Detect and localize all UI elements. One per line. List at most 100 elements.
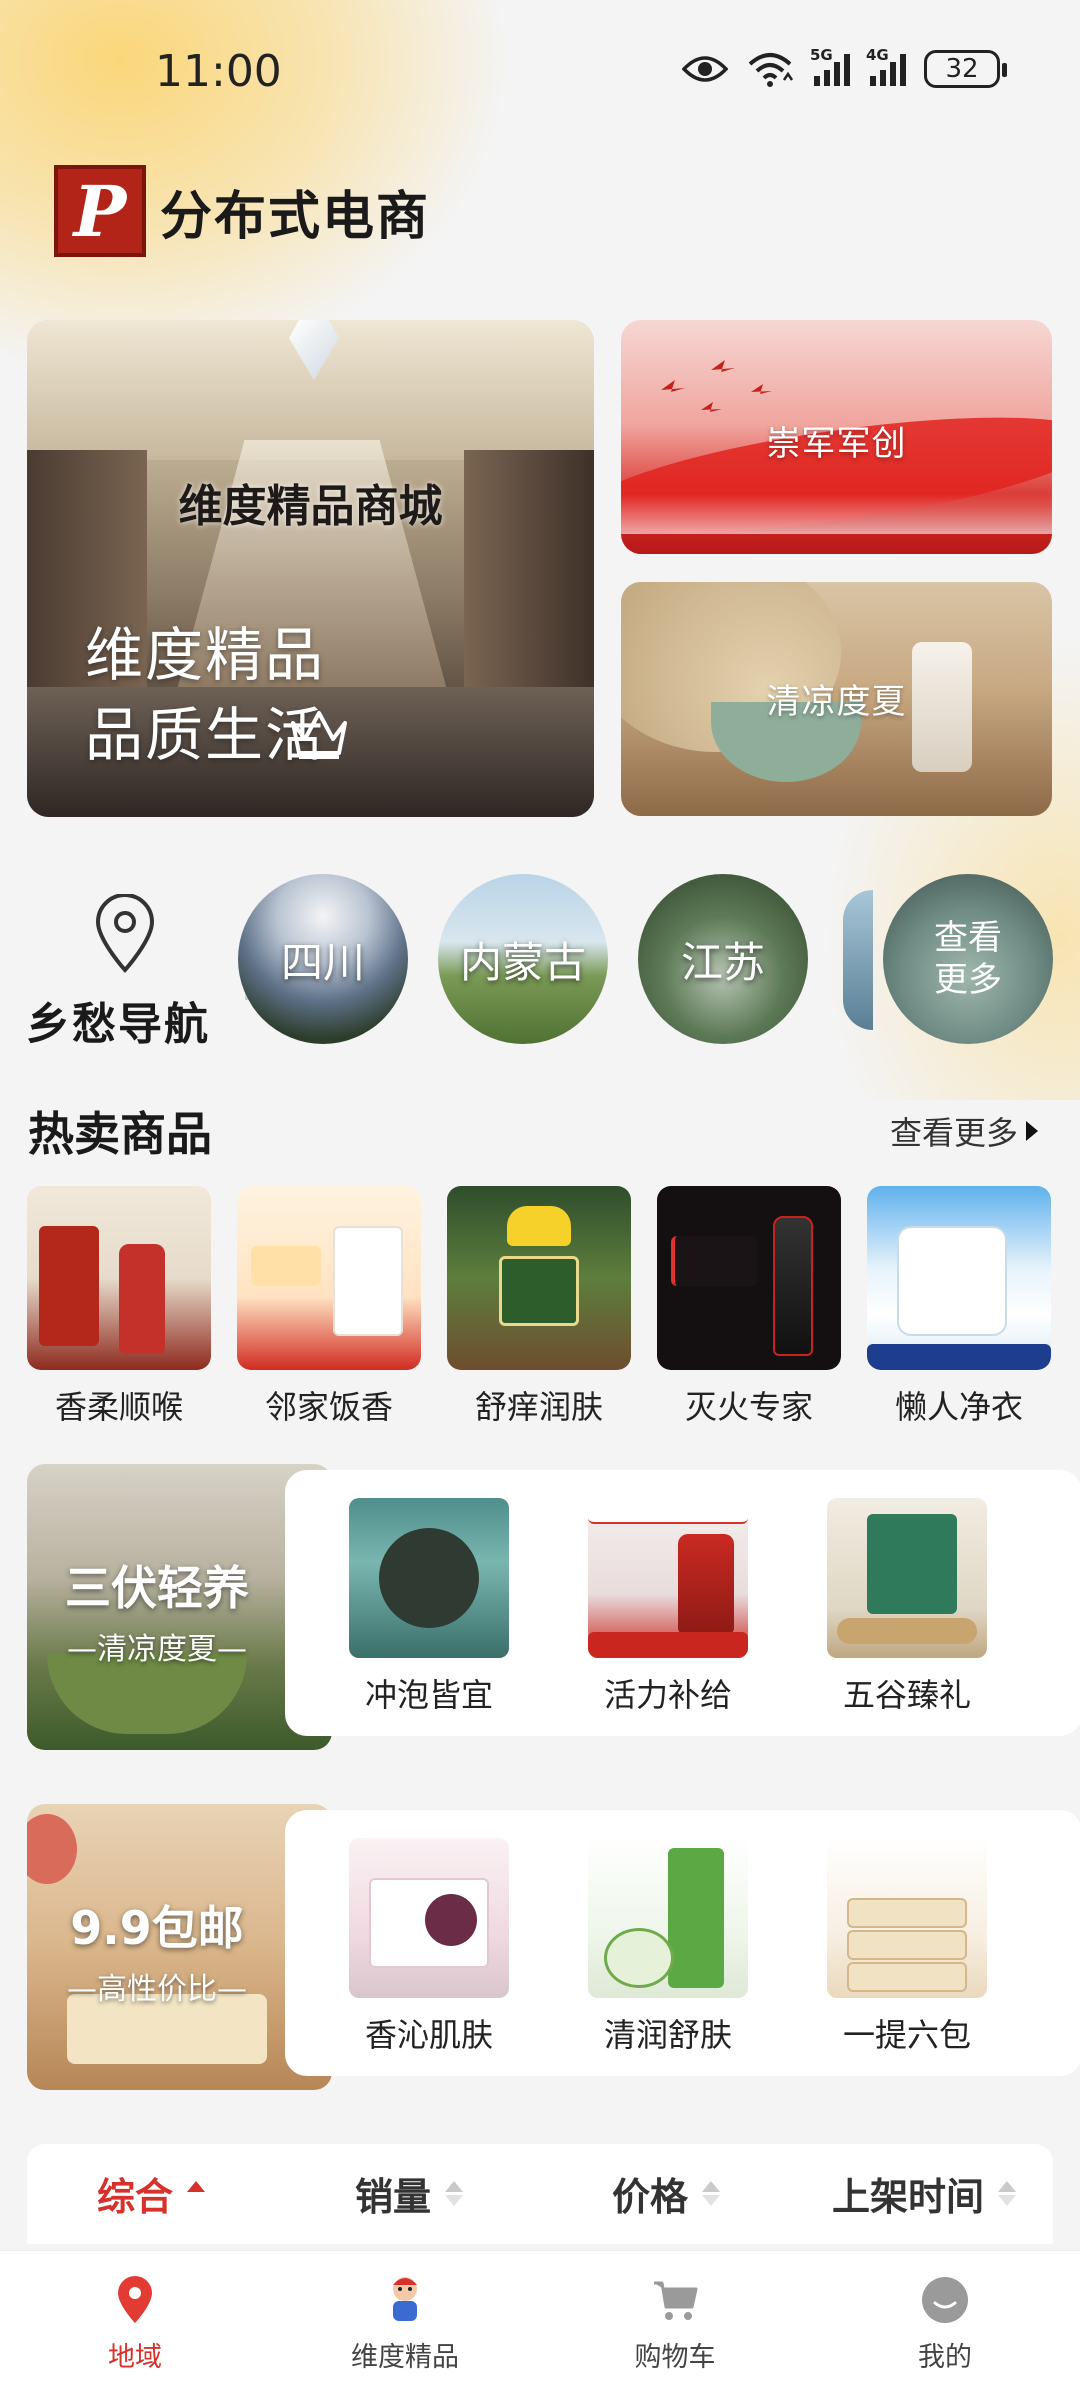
sort-caret-icon: [998, 2181, 1017, 2206]
sort-tab-comprehensive[interactable]: 综合: [97, 2166, 206, 2221]
hot-products-list: 香柔顺喉 邻家饭香 舒痒润肤 灭火专家 懒人净衣: [0, 1186, 1080, 1426]
promo-subtitle: —高性价比—: [67, 1972, 247, 2007]
product-image: [588, 1838, 748, 1998]
product-name: 冲泡皆宜: [364, 1676, 493, 1714]
sort-bar: 综合 销量 价格 上架时间: [27, 2144, 1053, 2244]
promo-title: 三伏轻养: [65, 1561, 249, 1615]
product-image: [827, 1498, 987, 1658]
tab-premium[interactable]: 维度精品: [305, 2251, 505, 2400]
tab-profile[interactable]: 我的: [845, 2251, 1045, 2400]
sort-label: 销量: [355, 2175, 432, 2219]
wifi-icon: [748, 53, 794, 87]
product-name: 一提六包: [842, 2016, 971, 2054]
region-item-neimenggu[interactable]: 内蒙古: [438, 874, 608, 1044]
product-image: [27, 1186, 211, 1370]
product-image: [827, 1838, 987, 1998]
banner-main[interactable]: 维度精品商城 维度精品 品质生活: [27, 320, 594, 817]
eye-icon: [682, 56, 728, 82]
product-name: 邻家饭香: [264, 1388, 393, 1426]
hot-product-item[interactable]: 懒人净衣: [867, 1186, 1051, 1428]
status-icons: 5G 4G 32: [682, 46, 1007, 88]
product-name: 活力补给: [603, 1676, 732, 1714]
tab-label: 我的: [918, 2342, 972, 2373]
banner-summer[interactable]: 清凉度夏: [621, 582, 1052, 816]
promo-product[interactable]: 活力补给: [588, 1498, 748, 1716]
product-image: [349, 1838, 509, 1998]
mascot-icon: [393, 2277, 417, 2321]
sort-tab-newest[interactable]: 上架时间: [832, 2166, 1017, 2221]
region-more-line2: 更多: [934, 960, 1002, 1000]
region-item-partial[interactable]: [843, 890, 873, 1030]
promo-product-card: 香沁肌肤 清润舒肤 一提六包: [285, 1810, 1080, 2076]
promo-subtitle: —清凉度夏—: [67, 1632, 247, 1667]
logo-mark-icon: P: [54, 165, 146, 257]
product-image: [867, 1186, 1051, 1370]
battery-indicator: 32: [924, 50, 1007, 88]
product-name: 香柔顺喉: [54, 1388, 183, 1426]
promo-section-free-shipping: 9.9包邮 —高性价比— 香沁肌肤 清润舒肤 一提六包: [27, 1800, 1080, 2090]
region-more-button[interactable]: 查看 更多: [883, 874, 1053, 1044]
signal-5g-icon: 5G: [810, 46, 850, 86]
sort-label: 上架时间: [832, 2175, 985, 2219]
region-item-jiangsu[interactable]: 江苏: [638, 874, 808, 1044]
region-label: 江苏: [680, 937, 765, 987]
product-image: [349, 1498, 509, 1658]
sort-tab-sales[interactable]: 销量: [355, 2166, 464, 2221]
sort-caret-icon: [702, 2181, 721, 2206]
location-pin-icon: [95, 894, 155, 973]
promo-product[interactable]: 冲泡皆宜: [349, 1498, 509, 1716]
region-nav: 乡愁导航 四川 内蒙古 江苏 查看 更多: [0, 870, 1080, 1060]
promo-product[interactable]: 五谷臻礼: [827, 1498, 987, 1716]
region-nav-title: 乡愁导航: [26, 999, 210, 1050]
region-label: 四川: [280, 937, 365, 987]
product-name: 五谷臻礼: [842, 1676, 971, 1714]
promo-product-card: 冲泡皆宜 活力补给 五谷臻礼: [285, 1470, 1080, 1736]
sort-tab-price[interactable]: 价格: [612, 2166, 721, 2221]
bottom-tab-bar: 地域 维度精品 购物车 我的: [0, 2250, 1080, 2400]
hot-products-more-link[interactable]: 查看更多: [890, 1108, 1038, 1154]
hot-products-header: 热卖商品 查看更多: [0, 1090, 1080, 1170]
signal-5g-tag: 5G: [810, 46, 833, 64]
location-pin-icon: [118, 2276, 152, 2323]
product-name: 灭火专家: [684, 1388, 813, 1426]
region-more-label: 查看 更多: [934, 917, 1002, 1001]
banner-summer-label: 清凉度夏: [766, 682, 907, 722]
sort-caret-icon: [445, 2181, 464, 2206]
banner-city-silhouette: [621, 494, 1052, 534]
tab-label: 地域: [108, 2342, 162, 2373]
product-name: 清润舒肤: [603, 2016, 732, 2054]
promo-product[interactable]: 香沁肌肤: [349, 1838, 509, 2056]
promo-title: 9.9包邮: [70, 1901, 244, 1955]
product-image: [657, 1186, 841, 1370]
product-image: [588, 1498, 748, 1658]
tab-label: 维度精品: [351, 2342, 459, 2373]
promo-section-summer: 三伏轻养 —清凉度夏— 冲泡皆宜 活力补给 五谷臻礼: [27, 1460, 1080, 1750]
product-name: 香沁肌肤: [364, 2016, 493, 2054]
crown-icon: [291, 711, 347, 759]
banner-sign-text: 维度精品商城: [178, 481, 443, 532]
hot-products-title: 热卖商品: [28, 1107, 212, 1161]
banner-military[interactable]: 崇军军创: [621, 320, 1052, 554]
promo-product[interactable]: 一提六包: [827, 1838, 987, 2056]
region-item-sichuan[interactable]: 四川: [238, 874, 408, 1044]
tab-region[interactable]: 地域: [35, 2251, 235, 2400]
region-more-line1: 查看: [934, 918, 1002, 958]
product-name: 懒人净衣: [894, 1388, 1023, 1426]
product-image: [447, 1186, 631, 1370]
sort-caret-icon: [187, 2181, 206, 2206]
status-bar: 11:00 5G 4G 32: [0, 0, 1080, 150]
product-image: [237, 1186, 421, 1370]
hot-product-item[interactable]: 灭火专家: [657, 1186, 841, 1428]
banner-military-label: 崇军军创: [766, 424, 907, 464]
hot-product-item[interactable]: 香柔顺喉: [27, 1186, 211, 1428]
sort-label: 综合: [97, 2175, 174, 2219]
hot-product-item[interactable]: 邻家饭香: [237, 1186, 421, 1428]
arrow-right-icon: [1026, 1121, 1038, 1141]
product-name: 舒痒润肤: [474, 1388, 603, 1426]
signal-4g-tag: 4G: [866, 46, 889, 64]
region-label: 内蒙古: [459, 937, 586, 987]
promo-product[interactable]: 清润舒肤: [588, 1838, 748, 2056]
tab-label: 购物车: [634, 2342, 716, 2373]
tab-cart[interactable]: 购物车: [575, 2251, 775, 2400]
hot-product-item[interactable]: 舒痒润肤: [447, 1186, 631, 1428]
